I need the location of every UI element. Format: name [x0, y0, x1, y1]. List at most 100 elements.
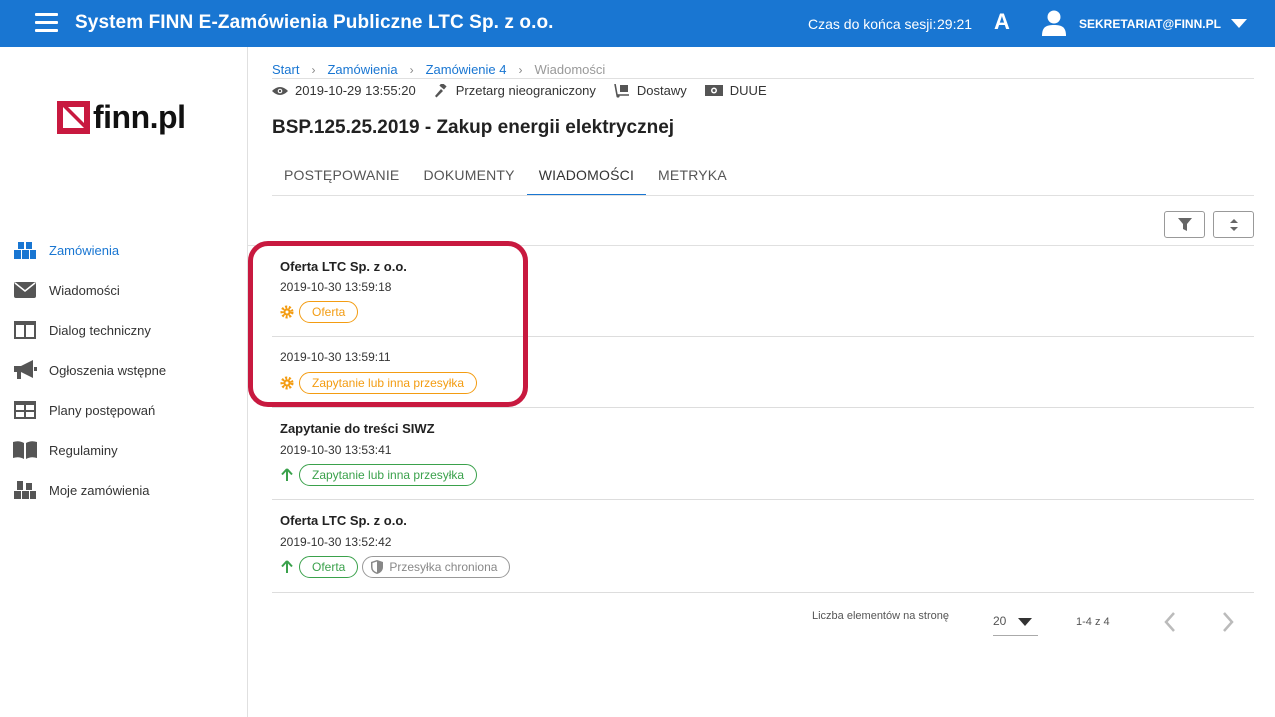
- protected-badge-label: Przesyłka chroniona: [389, 560, 498, 574]
- status-badge: Zapytanie lub inna przesyłka: [299, 372, 478, 394]
- prev-page-icon[interactable]: [1160, 610, 1180, 634]
- list-item[interactable]: 2019-10-30 13:59:11 Zapytanie lub inna p…: [272, 337, 1254, 408]
- gear-icon: [280, 376, 294, 390]
- divider: [272, 592, 1254, 593]
- breadcrumb-current: Wiadomości: [534, 62, 606, 77]
- protected-badge: Przesyłka chroniona: [362, 556, 511, 578]
- meta-procedure: Przetarg nieograniczony: [434, 83, 596, 98]
- message-date: 2019-10-30 13:52:42: [280, 535, 392, 549]
- logo-text: finn.pl: [93, 99, 186, 135]
- meta-date: 2019-10-29 13:55:20: [272, 83, 416, 98]
- sidebar-item-dialog[interactable]: Dialog techniczny: [0, 310, 247, 350]
- page-size-value: 20: [993, 614, 1007, 628]
- list-item[interactable]: Oferta LTC Sp. z o.o. 2019-10-30 13:52:4…: [272, 500, 1254, 593]
- breadcrumb: Start › Zamówienia › Zamówienie 4 › Wiad…: [272, 62, 605, 77]
- message-title: Oferta LTC Sp. z o.o.: [280, 513, 407, 528]
- message-date: 2019-10-30 13:59:18: [280, 280, 392, 294]
- divider: [272, 195, 1254, 196]
- sidebar-item-label: Wiadomości: [49, 282, 120, 298]
- meta-type: Dostawy: [614, 83, 687, 98]
- breadcrumb-start[interactable]: Start: [272, 62, 299, 77]
- boxes-icon: [13, 240, 37, 260]
- stacked-boxes-icon: [13, 480, 37, 500]
- sidebar: finn.pl Zamówienia Wiadomości Dialog tec…: [0, 47, 248, 717]
- book-icon: [13, 440, 37, 460]
- page-size-label: Liczba elementów na stronę: [812, 610, 949, 622]
- menu-icon[interactable]: [35, 13, 58, 33]
- dolly-icon: [614, 83, 629, 98]
- sidebar-item-label: Zamówienia: [49, 242, 120, 258]
- next-page-icon[interactable]: [1218, 610, 1238, 634]
- font-size-button[interactable]: A: [994, 9, 1010, 35]
- gear-icon: [280, 305, 294, 319]
- session-label: Czas do końca sesji:: [808, 16, 937, 32]
- sidebar-item-label: Ogłoszenia wstępne: [49, 362, 167, 378]
- sidebar-item-plany[interactable]: Plany postępowań: [0, 390, 247, 430]
- list-item[interactable]: Oferta LTC Sp. z o.o. 2019-10-30 13:59:1…: [272, 246, 1254, 337]
- shield-icon: [371, 560, 384, 574]
- meta-duue-text: DUUE: [729, 83, 767, 98]
- sidebar-item-label: Plany postępowań: [49, 402, 156, 418]
- sidebar-item-ogloszenia[interactable]: Ogłoszenia wstępne: [0, 350, 247, 390]
- logo: finn.pl: [57, 99, 186, 136]
- user-icon[interactable]: [1042, 10, 1066, 36]
- sidebar-item-label: Regulaminy: [49, 442, 118, 458]
- status-badge: Zapytanie lub inna przesyłka: [299, 464, 478, 486]
- message-tags: Zapytanie lub inna przesyłka: [280, 464, 478, 486]
- page-size-select[interactable]: 20: [993, 606, 1038, 636]
- sidebar-item-moje-zamowienia[interactable]: Moje zamówienia: [0, 470, 247, 510]
- sidebar-item-label: Dialog techniczny: [49, 322, 151, 338]
- meta-type-text: Dostawy: [636, 83, 687, 98]
- tab-dokumenty[interactable]: DOKUMENTY: [411, 155, 526, 196]
- meta-duue: DUUE: [704, 83, 767, 98]
- page-title: BSP.125.25.2019 - Zakup energii elektryc…: [272, 117, 675, 138]
- table-icon: [13, 400, 37, 420]
- message-tags: Oferta: [280, 301, 359, 323]
- message-date: 2019-10-30 13:59:11: [280, 350, 391, 364]
- chevron-down-icon: [1018, 618, 1032, 626]
- sidebar-item-regulaminy[interactable]: Regulaminy: [0, 430, 247, 470]
- message-tags: Oferta Przesyłka chroniona: [280, 556, 511, 578]
- sidebar-item-zamowienia[interactable]: Zamówienia: [0, 230, 247, 270]
- meta-date-text: 2019-10-29 13:55:20: [295, 83, 416, 98]
- list-item[interactable]: Zapytanie do treści SIWZ 2019-10-30 13:5…: [272, 408, 1254, 500]
- top-bar: System FINN E-Zamówienia Publiczne LTC S…: [0, 0, 1275, 47]
- message-date: 2019-10-30 13:53:41: [280, 443, 392, 457]
- status-badge: Oferta: [299, 301, 359, 323]
- sidebar-item-wiadomosci[interactable]: Wiadomości: [0, 270, 247, 310]
- money-icon: [704, 85, 723, 96]
- tab-metryka[interactable]: METRYKA: [646, 155, 739, 196]
- sort-button[interactable]: [1213, 211, 1254, 238]
- breadcrumb-zamowienia[interactable]: Zamówienia: [327, 62, 397, 77]
- arrow-up-icon: [280, 560, 294, 574]
- meta-procedure-text: Przetarg nieograniczony: [455, 83, 596, 98]
- procedure-meta: 2019-10-29 13:55:20 Przetarg nieogranicz…: [272, 83, 785, 98]
- gavel-icon: [434, 83, 447, 97]
- chevron-down-icon[interactable]: [1231, 19, 1247, 28]
- message-title: Zapytanie do treści SIWZ: [280, 421, 435, 436]
- tab-postepowanie[interactable]: POSTĘPOWANIE: [272, 155, 411, 196]
- arrow-up-icon: [280, 468, 294, 482]
- sort-icon: [1229, 218, 1238, 231]
- divider: [272, 78, 1254, 79]
- message-title: Oferta LTC Sp. z o.o.: [280, 259, 407, 274]
- status-badge: Oferta: [299, 556, 359, 578]
- breadcrumb-zamowienie[interactable]: Zamówienie 4: [426, 62, 507, 77]
- chevron-right-icon: ›: [311, 62, 316, 77]
- chevron-right-icon: ›: [409, 62, 414, 77]
- logo-mark-icon: [57, 101, 90, 134]
- chevron-right-icon: ›: [518, 62, 523, 77]
- session-timer: 29:21: [937, 16, 973, 32]
- tab-wiadomosci[interactable]: WIADOMOŚCI: [526, 155, 647, 196]
- envelope-icon: [13, 280, 37, 300]
- eye-icon: [272, 86, 288, 95]
- filter-button[interactable]: [1164, 211, 1205, 238]
- filter-icon: [1177, 217, 1192, 231]
- sidebar-nav: Zamówienia Wiadomości Dialog techniczny: [0, 230, 247, 510]
- user-name[interactable]: SEKRETARIAT@FINN.PL: [1079, 17, 1221, 31]
- app-title: System FINN E-Zamówienia Publiczne LTC S…: [75, 12, 554, 33]
- tabs: POSTĘPOWANIE DOKUMENTY WIADOMOŚCI METRYK…: [272, 155, 739, 196]
- columns-icon: [13, 320, 37, 340]
- page-range: 1-4 z 4: [1076, 616, 1110, 628]
- sidebar-item-label: Moje zamówienia: [49, 482, 150, 498]
